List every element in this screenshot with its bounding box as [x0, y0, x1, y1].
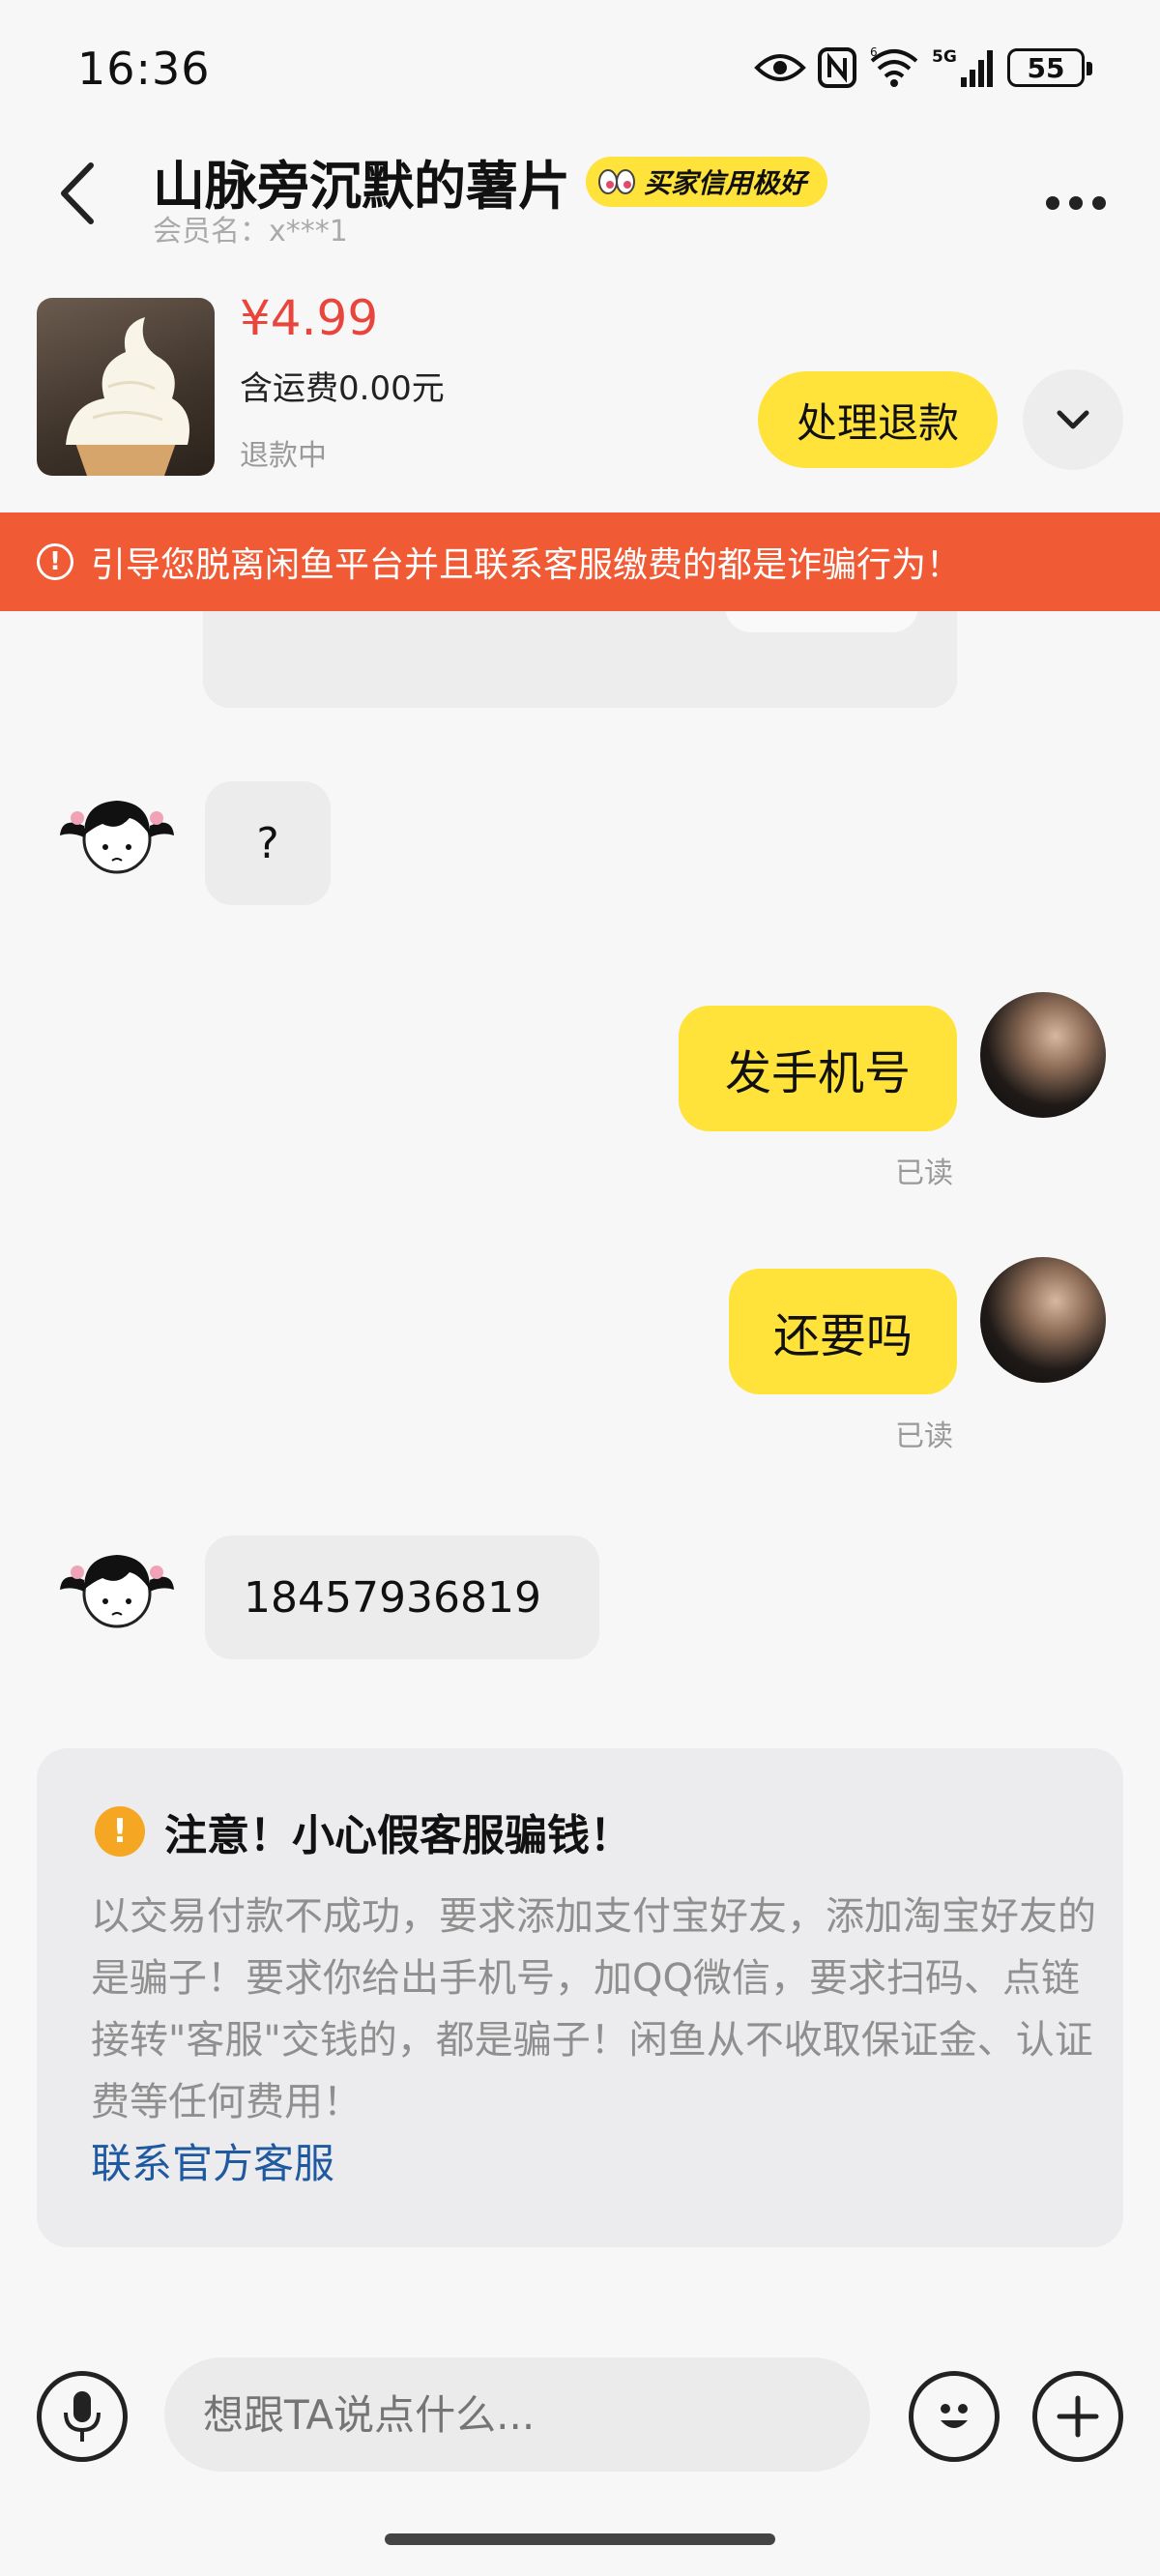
more-dot-icon — [1069, 196, 1083, 210]
girl-avatar-icon — [60, 1555, 174, 1628]
battery-level: 55 — [1027, 51, 1065, 84]
more-actions-button[interactable] — [1032, 2371, 1123, 2462]
smile-icon — [941, 2404, 968, 2428]
shipping-fee: 含运费0.00元 — [240, 369, 445, 408]
message-bubble-right[interactable]: 还要吗 — [729, 1269, 957, 1394]
message-input[interactable] — [164, 2357, 870, 2472]
more-dot-icon — [1092, 196, 1106, 210]
notice-title-row: ! 注意！小心假客服骗钱！ — [95, 1800, 632, 1862]
contact-support-link[interactable]: 联系官方客服 — [91, 2131, 334, 2190]
message-bubble-left[interactable]: ? — [205, 781, 331, 905]
soft-serve-image — [66, 317, 189, 476]
banner-text: 引导您脱离闲鱼平台并且联系客服缴费的都是诈骗行为！ — [91, 545, 962, 585]
nfc-icon — [818, 47, 856, 88]
emoji-button[interactable] — [909, 2371, 1000, 2462]
seller-avatar[interactable] — [54, 1530, 180, 1655]
member-name: 会员名：x***1 — [153, 215, 348, 249]
microphone-icon — [64, 2391, 101, 2442]
credit-badge-label: 买家信用极好 — [644, 166, 807, 199]
message-bubble-left[interactable]: 18457936819 — [205, 1536, 599, 1659]
back-arrow-icon — [61, 162, 94, 224]
read-status: 已读 — [895, 1420, 953, 1453]
product-bar: ¥4.99 含运费0.00元 退款中 处理退款 — [0, 290, 1160, 503]
svg-text:6: 6 — [870, 47, 878, 59]
product-thumbnail[interactable] — [37, 298, 215, 476]
chat-header: 山脉旁沉默的薯片 买家信用极好 会员名：x***1 — [0, 135, 1160, 261]
my-avatar[interactable] — [980, 1257, 1106, 1383]
read-status: 已读 — [895, 1156, 953, 1190]
more-options-button[interactable] — [1032, 174, 1119, 232]
chevron-down-icon — [1057, 410, 1089, 429]
product-price: ¥4.99 — [240, 290, 379, 346]
credit-badge[interactable]: 买家信用极好 — [586, 156, 828, 207]
safety-notice-card: ! 注意！小心假客服骗钱！ 以交易付款不成功，要求添加支付宝好友，添加淘宝好友的… — [37, 1748, 1123, 2247]
battery-icon: 55 — [1007, 48, 1092, 87]
more-dot-icon — [1046, 196, 1059, 210]
warning-icon: ! — [95, 1806, 145, 1857]
signal-5g-icon: 5G — [932, 47, 993, 87]
fraud-warning-banner: ! 引导您脱离闲鱼平台并且联系客服缴费的都是诈骗行为！ — [0, 512, 1160, 611]
notice-body: 以交易付款不成功，要求添加支付宝好友，添加淘宝好友的是骗子！要求你给出手机号，加… — [91, 1894, 1096, 2124]
message-bubble-right[interactable]: 发手机号 — [679, 1006, 957, 1131]
back-button[interactable] — [39, 155, 116, 232]
my-avatar[interactable] — [980, 992, 1106, 1118]
expand-button[interactable] — [1023, 369, 1123, 470]
notice-title: 注意！小心假客服骗钱！ — [164, 1811, 632, 1860]
eye-icon — [754, 54, 806, 81]
status-icons: 6 5G 55 — [754, 44, 1092, 91]
eyes-emoji-icon — [598, 168, 635, 194]
wifi-icon: 6 — [870, 47, 918, 87]
refund-status: 退款中 — [240, 439, 327, 473]
voice-button[interactable] — [37, 2371, 128, 2462]
home-indicator[interactable] — [385, 2533, 775, 2545]
svg-text:5G: 5G — [932, 47, 957, 67]
girl-avatar-icon — [60, 801, 174, 874]
input-bar — [0, 2350, 1160, 2475]
handle-refund-button[interactable]: 处理退款 — [758, 371, 998, 468]
seller-avatar[interactable] — [54, 776, 180, 901]
plus-icon — [1057, 2395, 1099, 2438]
status-time: 16:36 — [77, 43, 211, 95]
warning-icon: ! — [37, 543, 73, 580]
status-bar: 16:36 6 5G 55 — [0, 0, 1160, 135]
